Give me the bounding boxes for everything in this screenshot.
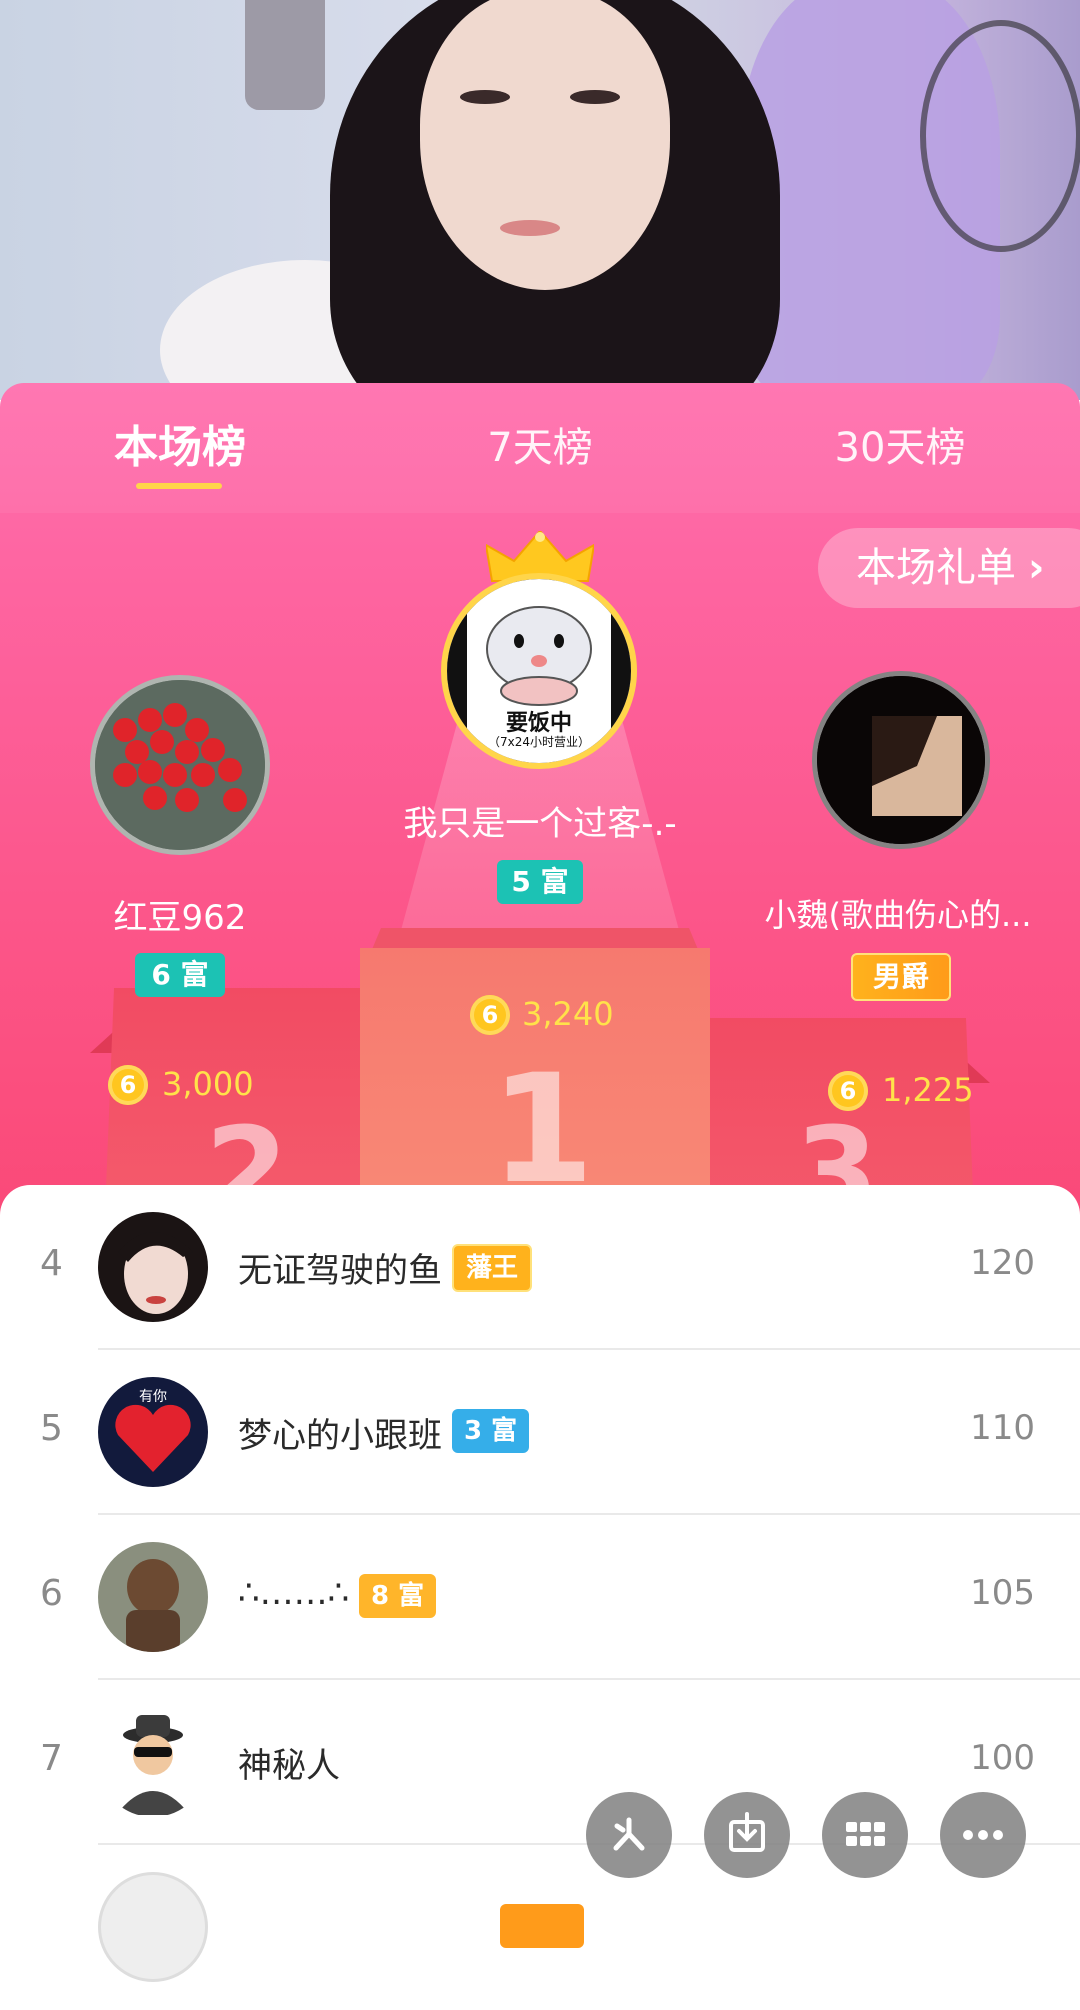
user-name: 无证驾驶的鱼 <box>238 1251 442 1291</box>
rank-number: 6 <box>40 1573 63 1614</box>
tab-7-days[interactable]: 7天榜 <box>450 413 630 483</box>
avatar-image <box>98 1542 208 1652</box>
list-item[interactable]: 7 神秘人 100 <box>0 1680 1080 1845</box>
user-badge <box>500 1904 584 1948</box>
more-icon <box>963 1830 1003 1840</box>
second-place-badge: 6 富 <box>135 953 225 997</box>
live-video[interactable] <box>0 0 1080 400</box>
tab-this-session[interactable]: 本场榜 <box>90 413 270 483</box>
download-button[interactable] <box>704 1792 790 1878</box>
third-place-badge: 男爵 <box>851 953 951 1001</box>
mystery-person-icon <box>98 1707 208 1817</box>
avatar-caption: 有你 <box>139 1389 167 1405</box>
wall-decoration <box>245 0 325 110</box>
grid-icon <box>846 1822 885 1846</box>
list-item[interactable]: 6 ∴……∴ 8 富 105 <box>0 1515 1080 1680</box>
more-button[interactable] <box>940 1792 1026 1878</box>
contribution-value: 105 <box>970 1573 1035 1613</box>
user-name: ∴……∴ <box>238 1573 350 1613</box>
avatar: 有你 <box>98 1377 208 1487</box>
grid-button[interactable] <box>822 1792 908 1878</box>
list-item[interactable]: 4 无证驾驶的鱼 藩王 120 <box>0 1185 1080 1350</box>
share-button[interactable] <box>586 1792 672 1878</box>
contribution-value: 100 <box>970 1738 1035 1778</box>
avatar-second[interactable] <box>90 675 270 855</box>
tab-30-days[interactable]: 30天榜 <box>810 413 990 483</box>
rank-number: 7 <box>40 1738 63 1779</box>
avatar-first[interactable]: 要饭中 （7x24小时营业） <box>441 573 637 769</box>
avatar <box>98 1707 208 1817</box>
first-place-badge: 5 富 <box>497 860 583 904</box>
streamer-face <box>420 0 670 290</box>
second-place-name: 红豆962 <box>113 898 247 938</box>
list-item-partial[interactable] <box>0 1845 1080 2010</box>
tab-indicator <box>136 483 222 489</box>
streamer-lips <box>500 220 560 236</box>
user-name: 神秘人 <box>238 1746 340 1786</box>
user-name: 梦心的小跟班 <box>238 1416 442 1456</box>
coin-icon: 6 <box>108 1065 148 1105</box>
rank-number: 5 <box>40 1408 63 1449</box>
rank-number: 4 <box>40 1243 63 1284</box>
coin-icon: 6 <box>470 995 510 1035</box>
first-place-score: 3,240 <box>522 995 614 1033</box>
avatar <box>98 1542 208 1652</box>
avatar-third[interactable] <box>812 671 990 849</box>
ranking-list: 4 无证驾驶的鱼 藩王 120 5 有你 梦心的小跟班 3 富 110 6 ∴…… <box>0 1185 1080 1982</box>
second-place-score: 3,000 <box>162 1065 254 1103</box>
share-icon <box>613 1817 645 1851</box>
avatar <box>98 1872 208 1982</box>
red-beans-avatar-image <box>95 680 265 850</box>
third-place-score: 1,225 <box>882 1071 974 1109</box>
contribution-value: 120 <box>970 1243 1035 1283</box>
ranking-tabs: 本场榜 7天榜 30天榜 <box>0 383 1080 513</box>
download-icon <box>729 1812 765 1852</box>
avatar <box>98 1212 208 1322</box>
eye <box>460 90 510 104</box>
gift-list-label: 本场礼单 <box>856 545 1016 591</box>
user-badge: 藩王 <box>452 1244 533 1292</box>
heart-avatar-image: 有你 <box>98 1377 208 1487</box>
avatar-first-subcaption: （7x24小时营业） <box>487 735 590 749</box>
portrait-avatar-image <box>817 676 985 844</box>
user-badge: 8 富 <box>359 1574 437 1618</box>
coin-icon: 6 <box>828 1071 868 1111</box>
user-badge: 3 富 <box>452 1409 530 1453</box>
chevron-right-icon: › <box>1028 545 1045 591</box>
list-item[interactable]: 5 有你 梦心的小跟班 3 富 110 <box>0 1350 1080 1515</box>
fan-decoration <box>920 20 1080 252</box>
third-place-name: 小魏(歌曲伤心的... <box>764 896 1032 934</box>
contribution-value: 110 <box>970 1408 1035 1448</box>
gift-list-button[interactable]: 本场礼单 › <box>818 528 1080 608</box>
first-place-name: 我只是一个过客-.- <box>403 804 677 844</box>
avatar-image <box>98 1212 208 1322</box>
eye <box>570 90 620 104</box>
